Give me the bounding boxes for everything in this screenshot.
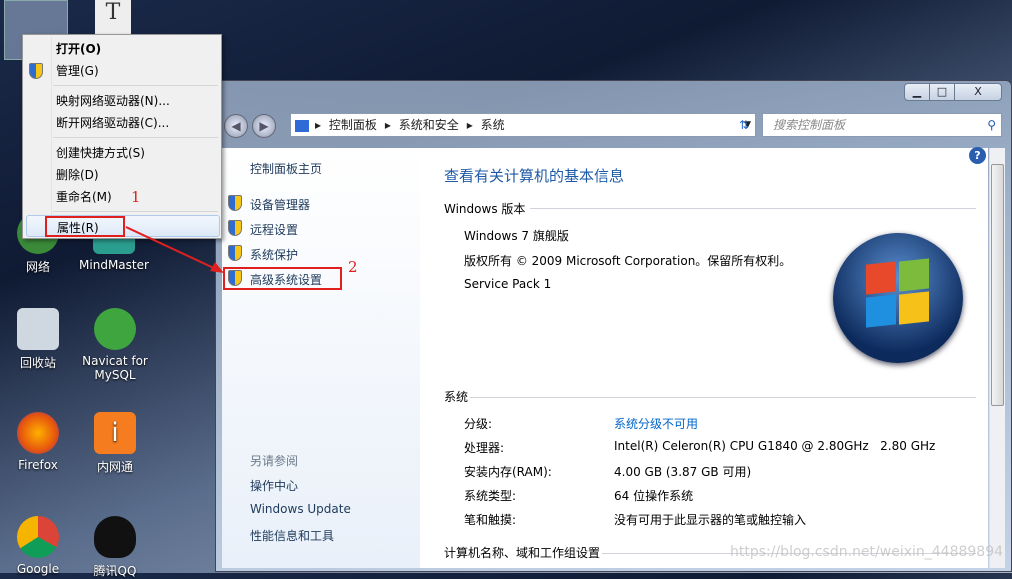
- annotation-arrow: [125, 226, 224, 273]
